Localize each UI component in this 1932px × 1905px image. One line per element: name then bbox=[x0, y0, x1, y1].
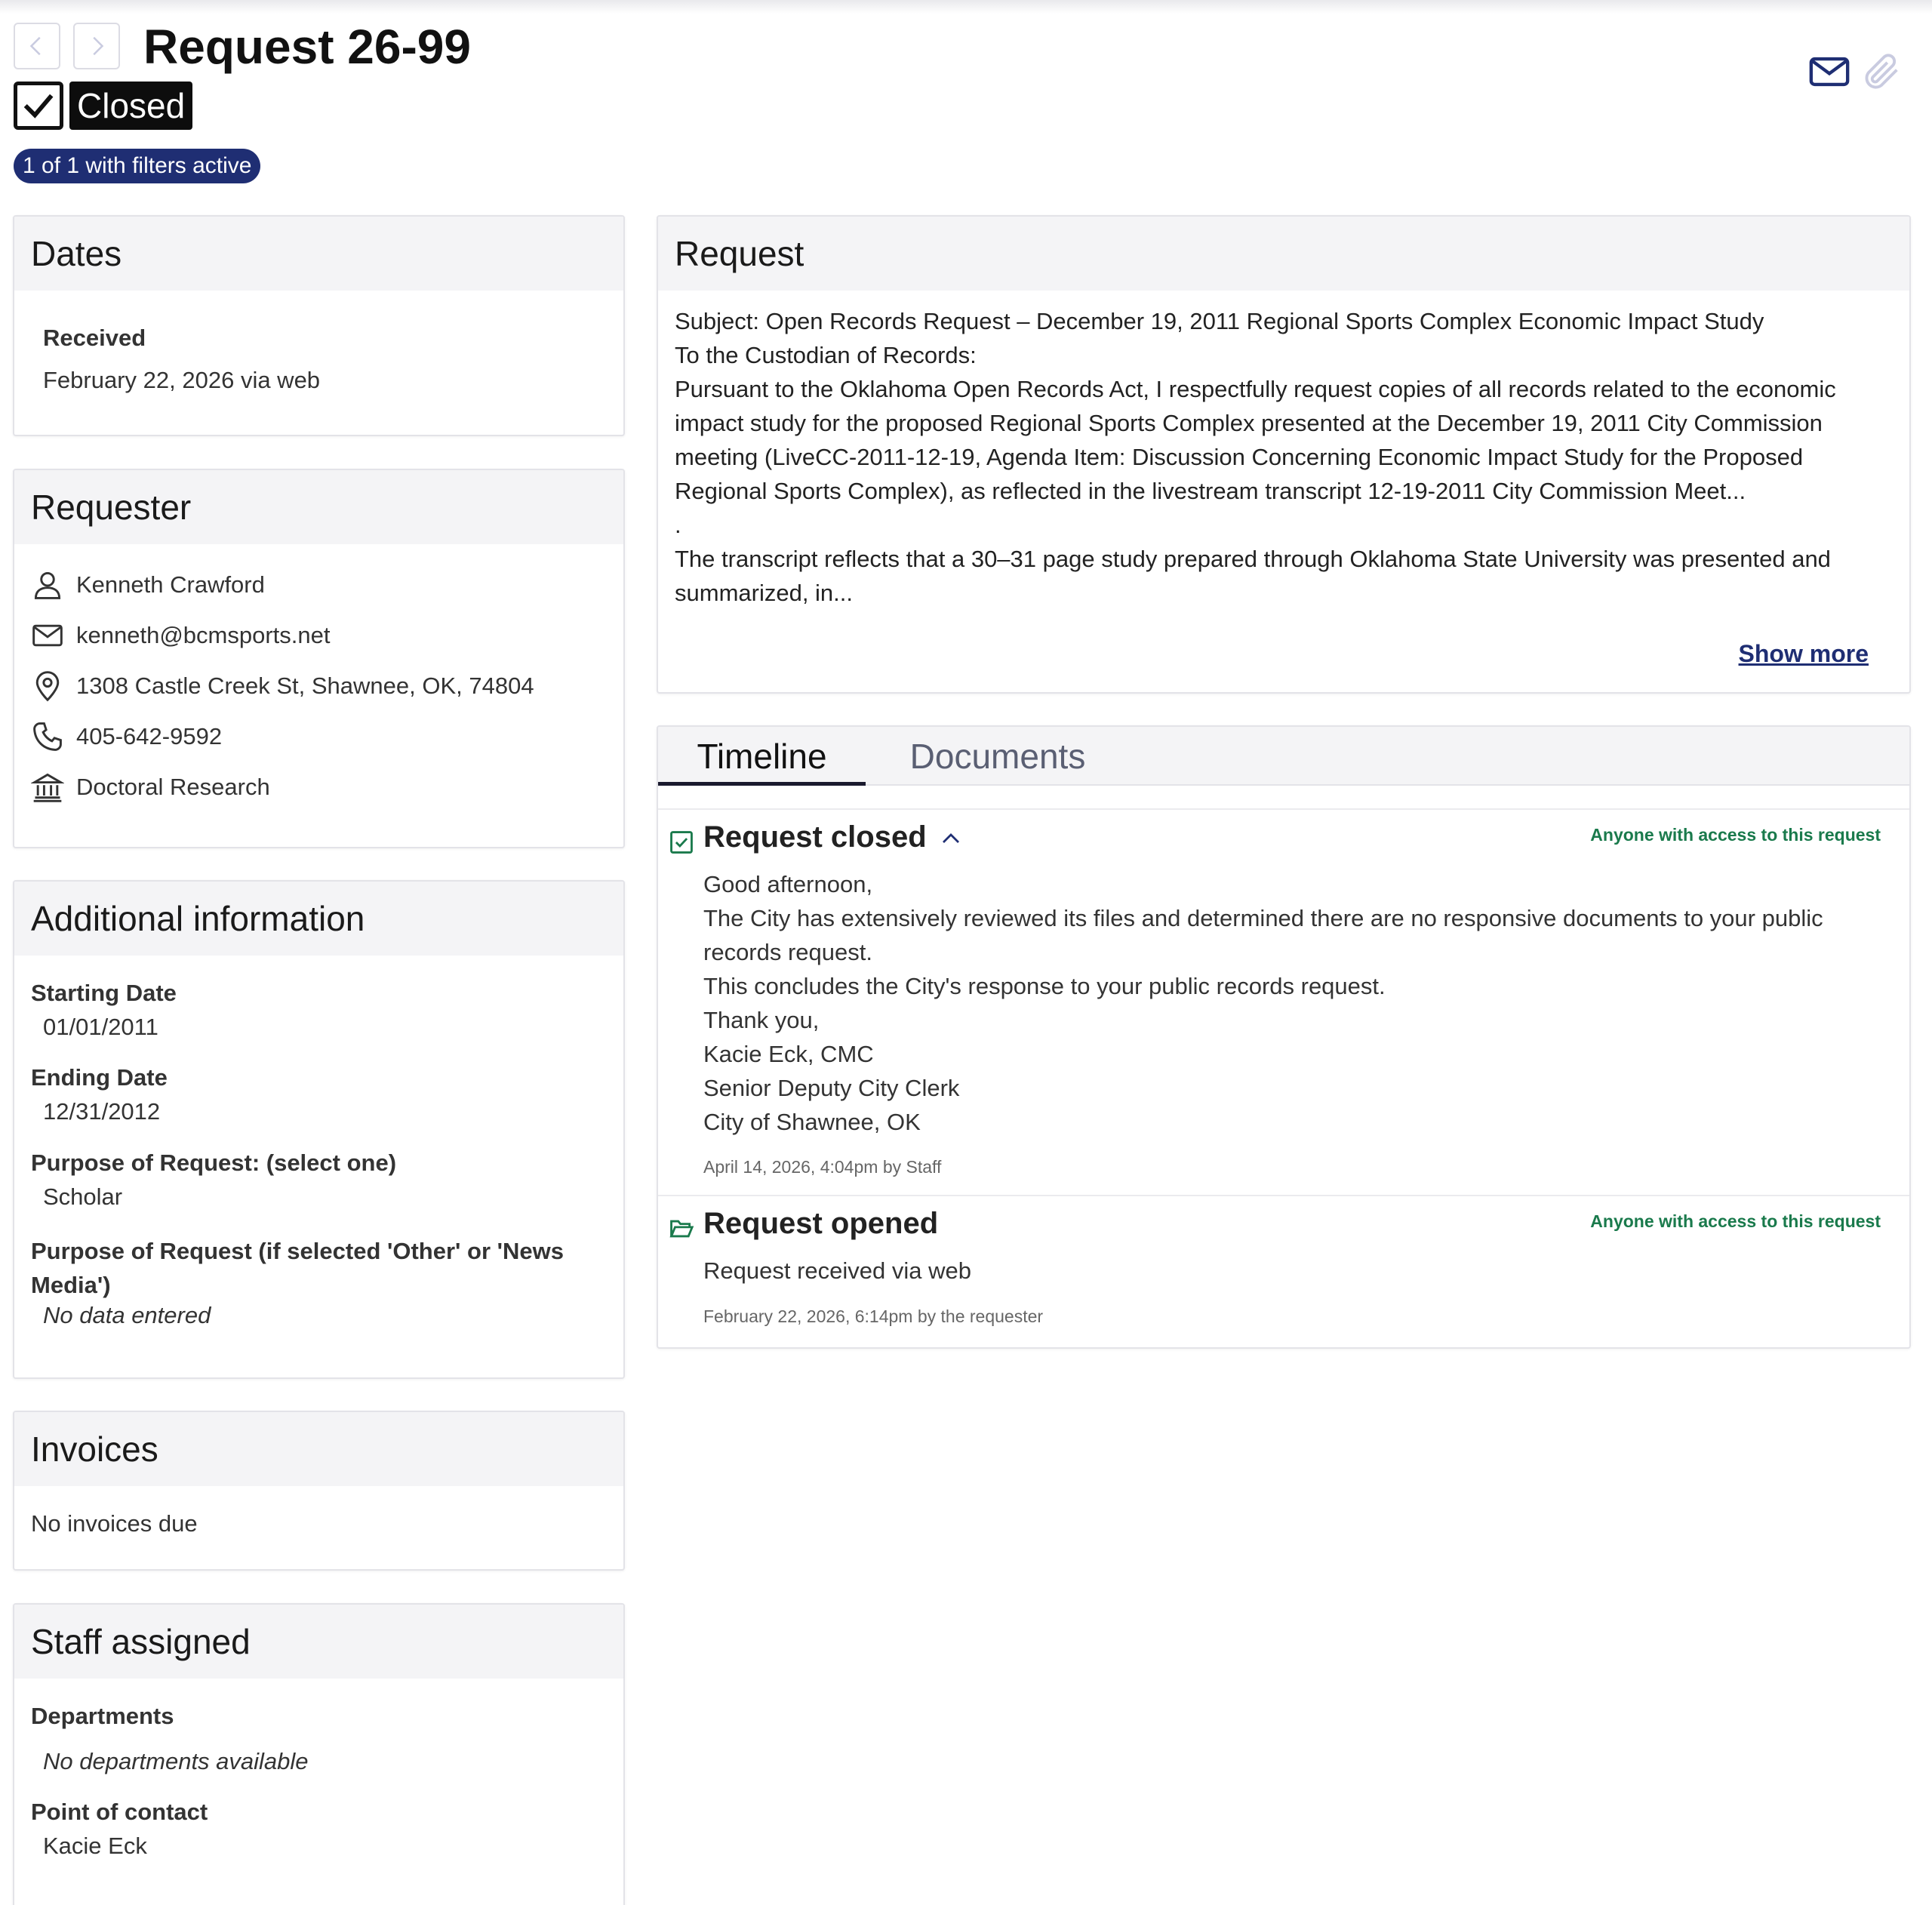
point-of-contact-label: Point of contact bbox=[31, 1799, 208, 1825]
timeline-entry-meta: April 14, 2026, 4:04pm by Staff bbox=[703, 1157, 942, 1177]
ending-date-value: 12/31/2012 bbox=[43, 1098, 161, 1125]
timeline-entry-title: Request opened bbox=[703, 1207, 939, 1240]
ending-date-label: Ending Date bbox=[31, 1064, 168, 1091]
invoices-heading: Invoices bbox=[14, 1412, 623, 1486]
request-line: The transcript reflects that a 30–31 pag… bbox=[675, 546, 1831, 606]
requester-organization-row: Doctoral Research bbox=[14, 762, 623, 812]
bank-building-icon bbox=[31, 773, 64, 802]
envelope-icon bbox=[32, 624, 63, 646]
folder-open-icon bbox=[669, 1220, 694, 1238]
check-icon bbox=[23, 94, 54, 118]
page-title: Request 26-99 bbox=[143, 20, 471, 74]
starting-date-label: Starting Date bbox=[31, 980, 177, 1006]
requester-email-row: kenneth@bcmsports.net bbox=[14, 610, 623, 660]
request-body: Subject: Open Records Request – December… bbox=[658, 291, 1909, 610]
paperclip-icon[interactable] bbox=[1860, 50, 1904, 94]
envelope-icon[interactable] bbox=[1807, 50, 1851, 94]
staff-assigned-panel: Staff assigned Departments No department… bbox=[13, 1603, 625, 1905]
departments-label: Departments bbox=[31, 1703, 174, 1729]
status-badge: Closed bbox=[69, 82, 193, 130]
request-line: Pursuant to the Oklahoma Open Records Ac… bbox=[675, 376, 1836, 504]
timeline-entry-closed: Request closed Anyone with access to thi… bbox=[658, 808, 1909, 1195]
timeline-entry-meta: February 22, 2026, 6:14pm by the request… bbox=[703, 1306, 1044, 1326]
invoices-text: No invoices due bbox=[31, 1510, 198, 1537]
timeline-entry-opened: Request opened Anyone with access to thi… bbox=[658, 1195, 1909, 1344]
request-line: . bbox=[675, 512, 681, 538]
status-checkbox bbox=[14, 82, 63, 130]
visibility-label: Anyone with access to this request bbox=[1590, 825, 1881, 845]
timeline-entry-body: Good afternoon, The City has extensively… bbox=[703, 871, 1823, 1135]
dates-heading: Dates bbox=[14, 217, 623, 291]
additional-info-heading: Additional information bbox=[14, 882, 623, 956]
departments-value: No departments available bbox=[43, 1748, 309, 1774]
checkbox-checked-icon bbox=[670, 831, 693, 854]
top-shadow bbox=[0, 0, 1932, 14]
requester-phone: 405-642-9592 bbox=[76, 722, 223, 749]
dates-panel: Dates Received February 22, 2026 via web bbox=[13, 215, 625, 436]
phone-icon bbox=[33, 722, 62, 751]
requester-name: Kenneth Crawford bbox=[76, 571, 265, 598]
previous-request-button[interactable] bbox=[14, 23, 60, 69]
chevron-up-icon[interactable] bbox=[940, 827, 962, 850]
starting-date-value: 01/01/2011 bbox=[43, 1014, 158, 1040]
requester-name-row: Kenneth Crawford bbox=[14, 559, 623, 610]
visibility-label: Anyone with access to this request bbox=[1590, 1211, 1881, 1231]
timeline-entry-body: Request received via web bbox=[703, 1257, 971, 1284]
request-heading: Request bbox=[658, 217, 1909, 291]
point-of-contact-value: Kacie Eck bbox=[43, 1833, 147, 1859]
requester-heading: Requester bbox=[14, 470, 623, 544]
purpose-value: Scholar bbox=[43, 1183, 123, 1210]
requester-panel: Requester Kenneth Crawford kenneth@bcmsp… bbox=[13, 469, 625, 848]
next-request-button[interactable] bbox=[73, 23, 120, 69]
request-panel: Request Subject: Open Records Request – … bbox=[657, 215, 1911, 694]
invoices-panel: Invoices No invoices due bbox=[13, 1411, 625, 1571]
additional-info-panel: Additional information Starting Date 01/… bbox=[13, 880, 625, 1379]
request-line: Subject: Open Records Request – December… bbox=[675, 308, 1764, 334]
show-more-link[interactable]: Show more bbox=[1739, 640, 1869, 668]
person-icon bbox=[34, 571, 61, 599]
requester-address-row: 1308 Castle Creek St, Shawnee, OK, 74804 bbox=[14, 660, 623, 711]
filter-status-pill[interactable]: 1 of 1 with filters active bbox=[14, 149, 261, 183]
request-line: To the Custodian of Records: bbox=[675, 342, 977, 368]
purpose-other-value: No data entered bbox=[43, 1302, 211, 1328]
timeline-entry-title[interactable]: Request closed bbox=[703, 820, 962, 854]
received-label: Received bbox=[43, 325, 146, 351]
timeline-panel: Timeline Documents Request closed Anyone… bbox=[657, 725, 1911, 1349]
purpose-label: Purpose of Request: (select one) bbox=[31, 1149, 397, 1176]
requester-organization: Doctoral Research bbox=[76, 773, 270, 800]
tab-documents[interactable]: Documents bbox=[884, 727, 1111, 786]
timeline-tabs: Timeline Documents bbox=[658, 727, 1909, 786]
staff-assigned-heading: Staff assigned bbox=[14, 1605, 623, 1679]
purpose-other-label: Purpose of Request (if selected 'Other' … bbox=[31, 1238, 564, 1298]
map-pin-icon bbox=[35, 670, 60, 701]
requester-phone-row: 405-642-9592 bbox=[14, 711, 623, 762]
chevron-left-icon bbox=[29, 36, 41, 56]
requester-address: 1308 Castle Creek St, Shawnee, OK, 74804 bbox=[76, 672, 534, 699]
chevron-right-icon bbox=[93, 36, 104, 56]
received-value: February 22, 2026 via web bbox=[43, 367, 321, 393]
requester-email[interactable]: kenneth@bcmsports.net bbox=[76, 622, 330, 649]
tab-timeline[interactable]: Timeline bbox=[658, 727, 866, 786]
